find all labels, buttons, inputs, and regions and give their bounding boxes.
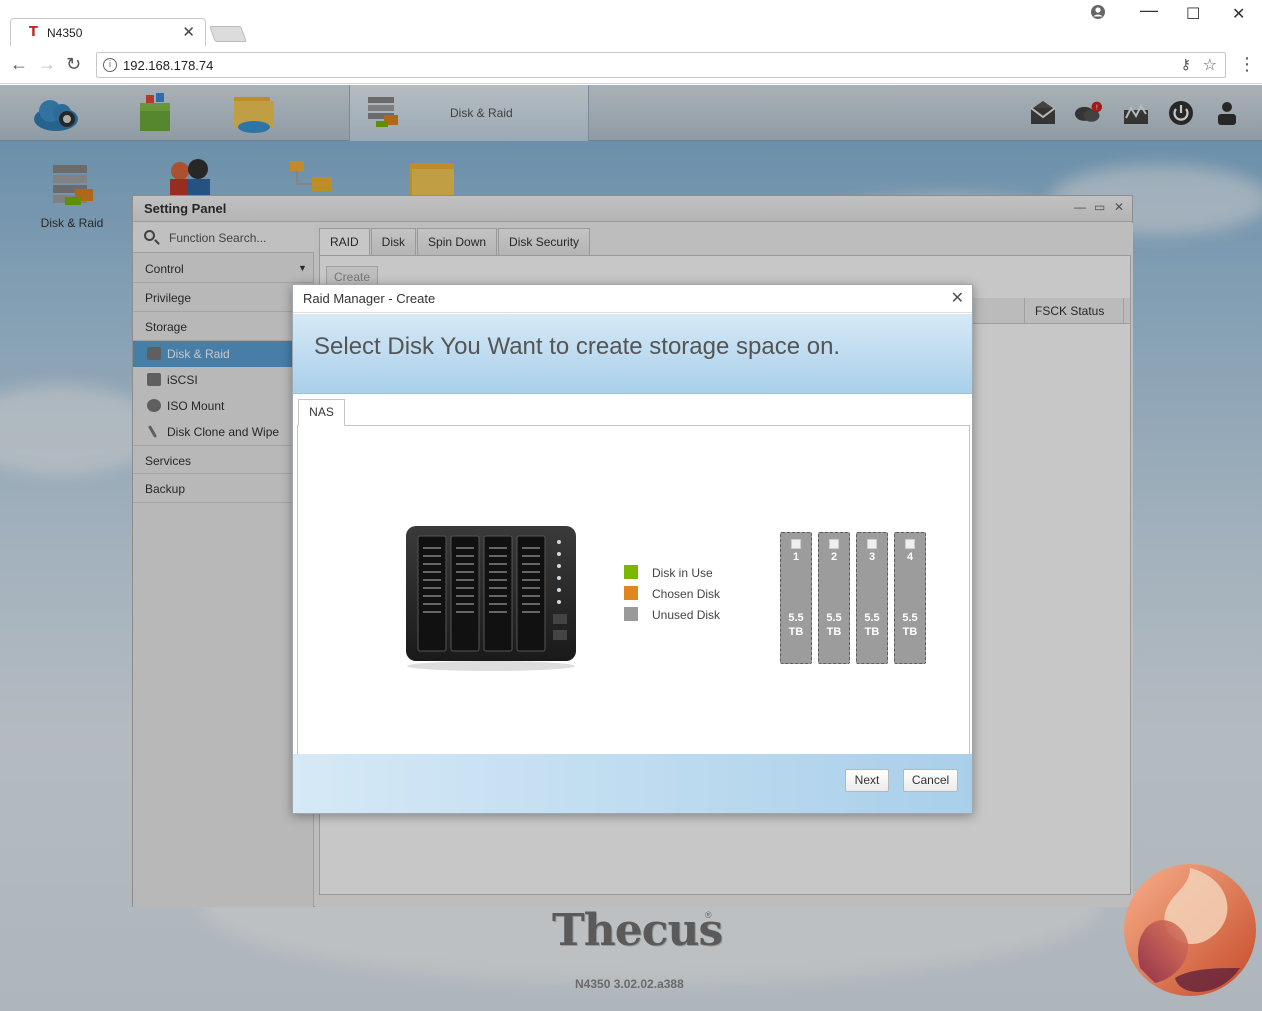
disk-number: 2 <box>830 551 838 563</box>
legend-swatch <box>624 607 638 621</box>
nas-device-icon <box>406 526 576 671</box>
disk-number: 4 <box>906 551 914 563</box>
raid-manager-dialog: Raid Manager - Create ✕ Select Disk You … <box>292 284 973 814</box>
menu-dots-icon[interactable]: ⋮ <box>1238 54 1256 75</box>
disk-size: 5.5 TB <box>864 612 880 638</box>
minimize-icon[interactable]: — <box>1140 0 1158 21</box>
legend-label: Chosen Disk <box>652 587 721 601</box>
disk-size: 5.5 TB <box>826 612 842 638</box>
cancel-button[interactable]: Cancel <box>903 769 958 792</box>
close-icon[interactable]: ✕ <box>182 23 195 41</box>
disk-number: 3 <box>868 551 876 563</box>
back-arrow-icon[interactable]: ← <box>10 54 28 75</box>
banner-instruction: Select Disk You Want to create storage s… <box>314 333 841 360</box>
address-url[interactable]: 192.168.178.74 <box>123 58 213 73</box>
browser-toolbar: ← → ↻ i 192.168.178.74 ⚷ ☆ ⋮ <box>0 46 1262 84</box>
legend-swatch <box>624 586 638 600</box>
thecus-logo: Thecus <box>552 905 723 956</box>
dialog-title: Raid Manager - Create <box>303 291 436 306</box>
browser-tab[interactable]: T N4350 ✕ <box>10 18 206 46</box>
forward-arrow-icon[interactable]: → <box>38 54 56 75</box>
corner-watermark-logo <box>1124 864 1256 996</box>
new-tab-button[interactable] <box>209 26 247 42</box>
disk-slot-3[interactable]: 3 5.5 TB <box>856 532 888 664</box>
disk-slot-4[interactable]: 4 5.5 TB <box>894 532 926 664</box>
firmware-version: N4350 3.02.02.a388 <box>575 977 684 991</box>
info-icon[interactable]: i <box>103 58 117 72</box>
profile-icon[interactable] <box>1090 4 1106 25</box>
disk-selection-panel: Disk in Use Chosen Disk Unused Disk 1 5.… <box>297 425 970 755</box>
reload-icon[interactable]: ↻ <box>66 54 81 75</box>
registered-mark: ® <box>705 910 712 920</box>
disk-slot-1[interactable]: 1 5.5 TB <box>780 532 812 664</box>
dialog-header: Raid Manager - Create ✕ <box>293 285 972 313</box>
dialog-banner: Select Disk You Want to create storage s… <box>293 314 972 394</box>
disk-checkbox[interactable] <box>905 539 915 549</box>
tab-nas[interactable]: NAS <box>298 399 345 426</box>
address-bar[interactable]: i 192.168.178.74 ⚷ ☆ <box>96 52 1226 78</box>
thecus-favicon-icon: T <box>29 25 38 40</box>
legend-label: Unused Disk <box>652 608 721 622</box>
browser-titlebar: T N4350 ✕ — ☐ ✕ <box>0 0 1262 46</box>
disk-size: 5.5 TB <box>902 612 918 638</box>
disk-slot-2[interactable]: 2 5.5 TB <box>818 532 850 664</box>
disk-number: 1 <box>792 551 800 563</box>
maximize-icon[interactable]: ☐ <box>1186 4 1200 24</box>
dialog-footer: Next Cancel <box>293 754 972 813</box>
close-icon[interactable]: ✕ <box>951 288 964 308</box>
legend-swatch <box>624 565 638 579</box>
key-icon[interactable]: ⚷ <box>1181 56 1191 73</box>
legend-label: Disk in Use <box>652 566 713 580</box>
window-close-icon[interactable]: ✕ <box>1232 4 1245 24</box>
disk-checkbox[interactable] <box>829 539 839 549</box>
disk-checkbox[interactable] <box>867 539 877 549</box>
disk-checkbox[interactable] <box>791 539 801 549</box>
disk-size: 5.5 TB <box>788 612 804 638</box>
next-button[interactable]: Next <box>845 769 889 792</box>
tab-title: N4350 <box>47 26 83 40</box>
star-icon[interactable]: ☆ <box>1203 55 1217 75</box>
